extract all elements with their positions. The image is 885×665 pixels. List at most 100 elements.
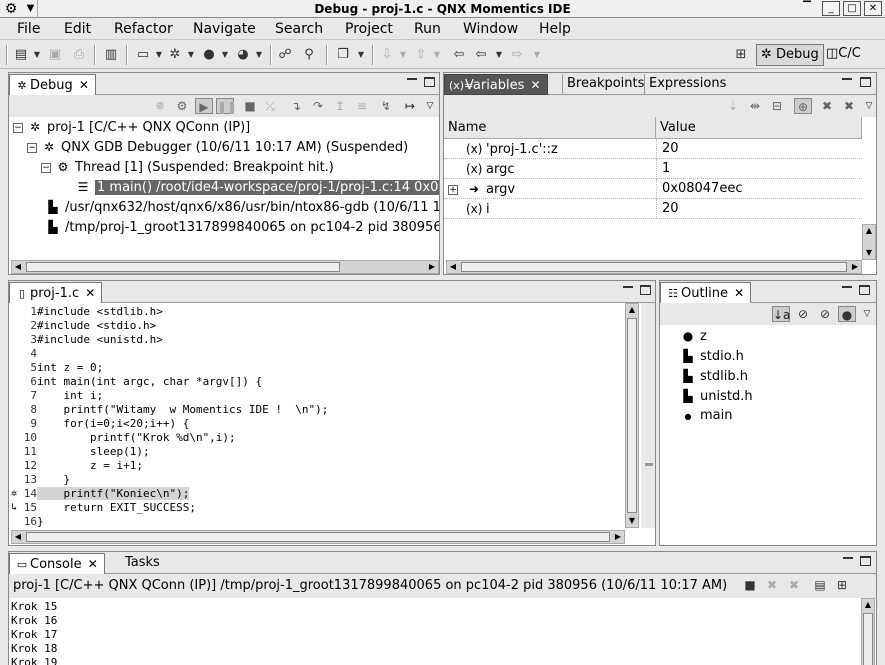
- scroll-lock-icon[interactable]: ⊞: [833, 577, 851, 593]
- step-over-icon[interactable]: ↷: [309, 98, 327, 114]
- scrollbar-thumb[interactable]: [461, 262, 847, 272]
- show-type-names-icon[interactable]: ⇣: [724, 98, 742, 114]
- menu-search[interactable]: Search: [275, 20, 323, 38]
- scroll-left-icon[interactable]: ◀: [447, 261, 459, 273]
- forward-dropdown-icon[interactable]: ▼: [528, 46, 546, 64]
- collapse-all-icon[interactable]: ⊟: [768, 98, 786, 114]
- minimize-icon[interactable]: _: [822, 1, 840, 16]
- instruction-stepping-icon[interactable]: ↯: [377, 98, 395, 114]
- maximize-view-icon[interactable]: [860, 77, 871, 87]
- editor-horizontal-scrollbar[interactable]: ◀ ▶: [11, 530, 625, 544]
- variables-horizontal-scrollbar[interactable]: ◀ ▶: [446, 260, 862, 274]
- minimize-view-icon[interactable]: [623, 286, 633, 288]
- drop-to-frame-icon[interactable]: ≡: [353, 98, 371, 114]
- scrollbar-thumb[interactable]: [26, 262, 340, 272]
- menu-project[interactable]: Project: [345, 20, 393, 38]
- tab-debug[interactable]: ✲ Debug ✕: [9, 74, 96, 95]
- maximize-icon[interactable]: □: [843, 1, 861, 16]
- menu-help[interactable]: Help: [539, 20, 571, 38]
- editor-vertical-scrollbar[interactable]: ▲ ▼: [625, 303, 639, 528]
- open-folder-dropdown-icon[interactable]: ▼: [352, 46, 370, 64]
- tab-variables[interactable]: (x)=Variables ✕: [444, 74, 548, 95]
- outline-item-main[interactable]: ● main: [680, 406, 733, 426]
- perspective-debug[interactable]: ✲ Debug: [756, 44, 824, 66]
- binary-icon[interactable]: ▥: [102, 46, 120, 64]
- maximize-view-icon[interactable]: [640, 285, 651, 295]
- remove-terminated-icon[interactable]: ✵: [151, 98, 169, 114]
- maximize-view-icon[interactable]: [860, 556, 871, 566]
- sort-icon[interactable]: ↓a: [772, 306, 790, 322]
- close-tab-icon[interactable]: ✕: [732, 283, 746, 303]
- collapse-toggle-icon[interactable]: −: [41, 162, 51, 173]
- save-icon[interactable]: ▣: [46, 46, 64, 64]
- tree-item-launch[interactable]: − ✲ proj-1 [C/C++ QNX QConn (IP)]: [13, 117, 250, 137]
- menu-window[interactable]: Window: [463, 20, 518, 38]
- previous-annotation-dropdown-icon[interactable]: ▼: [428, 46, 446, 64]
- outline-item-stdio[interactable]: ▙ stdio.h: [680, 346, 743, 366]
- scroll-down-icon[interactable]: ▼: [626, 515, 638, 527]
- column-header-value[interactable]: Value: [656, 117, 862, 139]
- outline-item-unistd[interactable]: ▙ unistd.h: [680, 386, 752, 406]
- disconnect-icon[interactable]: ⤯: [261, 98, 279, 114]
- scroll-right-icon[interactable]: ▶: [612, 531, 624, 543]
- breakpoint-icon[interactable]: ✲: [11, 487, 17, 501]
- scroll-up-icon[interactable]: ▲: [626, 304, 638, 316]
- console-vertical-scrollbar[interactable]: ▲: [861, 598, 875, 665]
- search-icon[interactable]: ⚲: [300, 46, 318, 64]
- menu-run[interactable]: Run: [414, 20, 441, 38]
- table-row[interactable]: (x) i 20: [444, 199, 862, 219]
- scroll-up-icon[interactable]: ▲: [862, 599, 874, 611]
- hide-non-public-members-icon[interactable]: ●: [838, 306, 856, 322]
- close-tab-icon[interactable]: ✕: [529, 75, 543, 95]
- debug-view-horizontal-scrollbar[interactable]: ◀ ▶: [11, 260, 439, 274]
- maximize-view-icon[interactable]: [859, 285, 870, 295]
- step-return-icon[interactable]: ↥: [331, 98, 349, 114]
- tab-tasks[interactable]: Tasks: [121, 553, 164, 574]
- ruler-marker[interactable]: [645, 463, 653, 466]
- tab-breakpoints[interactable]: Breakpoints: [562, 74, 648, 95]
- variables-vertical-scrollbar[interactable]: ▲ ▼: [862, 224, 876, 260]
- table-row[interactable]: + ➜ argv 0x08047eec: [444, 179, 862, 199]
- menu-refactor[interactable]: Refactor: [114, 20, 173, 38]
- menu-edit[interactable]: Edit: [64, 20, 91, 38]
- table-row[interactable]: (x) argc 1: [444, 159, 862, 179]
- outline-item-z[interactable]: ● z: [680, 326, 707, 346]
- scrollbar-thumb[interactable]: [863, 613, 873, 665]
- forward-icon[interactable]: ⇨: [508, 46, 526, 64]
- external-tools-dropdown-icon[interactable]: ▼: [250, 46, 268, 64]
- window-menu-dropdown-icon[interactable]: ▔: [798, 1, 816, 16]
- hide-fields-icon[interactable]: ⊘: [794, 306, 812, 322]
- tab-console[interactable]: ▭ Console ✕: [9, 553, 105, 574]
- open-folder-icon[interactable]: ❐: [334, 46, 352, 64]
- tree-item-debugger[interactable]: − ✲ QNX GDB Debugger (10/6/11 10:17 AM) (S…: [27, 137, 408, 157]
- close-tab-icon[interactable]: ✕: [83, 283, 97, 303]
- minimize-view-icon[interactable]: [842, 286, 852, 288]
- expand-toggle-icon[interactable]: +: [448, 184, 458, 195]
- new-dropdown-icon[interactable]: ▼: [28, 46, 46, 64]
- menu-file[interactable]: File: [17, 20, 40, 38]
- terminate-icon[interactable]: ■: [741, 577, 759, 593]
- open-type-icon[interactable]: ☍: [276, 46, 294, 64]
- tree-item-thread[interactable]: − ⚙ Thread [1] (Suspended: Breakpoint hit.…: [41, 157, 334, 177]
- back-icon[interactable]: ⇦: [472, 46, 490, 64]
- scroll-up-icon[interactable]: ▲: [863, 225, 875, 237]
- collapse-toggle-icon[interactable]: −: [27, 142, 37, 153]
- add-global-variables-icon[interactable]: ⊕: [794, 98, 812, 114]
- show-logical-structure-icon[interactable]: ⇹: [746, 98, 764, 114]
- collapse-toggle-icon[interactable]: −: [13, 122, 23, 133]
- step-into-icon[interactable]: ↴: [287, 98, 305, 114]
- scrollbar-thumb[interactable]: [627, 318, 637, 513]
- tree-item-stack-frame[interactable]: ☰ 1 main() /root/ide4-workspace/proj-1/pr…: [75, 177, 439, 197]
- tab-expressions[interactable]: Expressions: [644, 74, 730, 95]
- scroll-right-icon[interactable]: ▶: [849, 261, 861, 273]
- run-dropdown-icon[interactable]: ▼: [216, 46, 234, 64]
- close-icon[interactable]: ✕: [864, 1, 882, 16]
- perspective-cpp[interactable]: ◫C/C: [822, 44, 865, 66]
- minimize-view-icon[interactable]: [843, 557, 853, 559]
- debug-dropdown-icon[interactable]: ▼: [182, 46, 200, 64]
- scroll-down-icon[interactable]: ▼: [863, 247, 875, 259]
- maximize-view-icon[interactable]: [424, 77, 435, 87]
- minimize-view-icon[interactable]: [407, 78, 417, 80]
- remove-global-variables-icon[interactable]: ✖: [818, 98, 836, 114]
- clear-console-icon[interactable]: ▤: [811, 577, 829, 593]
